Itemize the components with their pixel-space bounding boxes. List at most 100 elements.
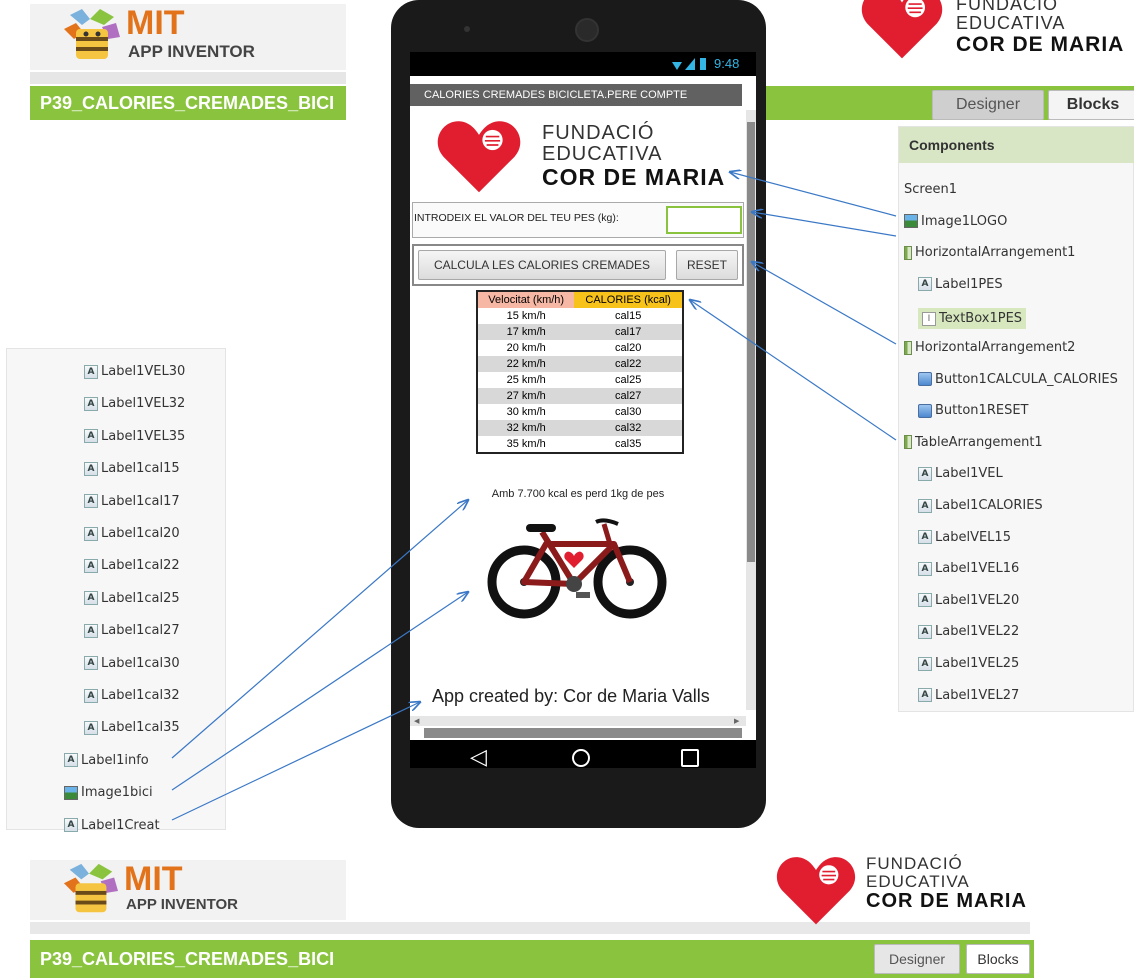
signal-icon (685, 58, 695, 70)
table-row: 27 km/h cal27 (478, 388, 682, 404)
component-textbox1pes[interactable]: I TextBox1PES (918, 308, 1027, 330)
component-screen1[interactable]: Screen1 (904, 182, 957, 197)
status-time: 9:48 (714, 56, 740, 71)
tab-designer[interactable]: Designer (932, 90, 1044, 120)
component-horizontalarrangement1[interactable]: HorizontalArrangement1 (904, 245, 1075, 260)
label-icon: A (918, 656, 932, 671)
nav-recents-button[interactable] (681, 749, 699, 767)
component-label: Label1cal35 (101, 720, 180, 736)
component-label1cal17[interactable]: A Label1cal17 (84, 494, 180, 509)
component-label: Image1LOGO (921, 213, 1008, 229)
component-label: Label1VEL (935, 466, 1003, 482)
image-icon (64, 785, 78, 800)
label-icon: A (84, 591, 98, 606)
phone-screen: 9:48 CALORIES CREMADES BICICLETA.PERE CO… (410, 52, 756, 768)
component-label1vel22[interactable]: A Label1VEL22 (918, 624, 1019, 639)
component-label1cal25[interactable]: A Label1cal25 (84, 591, 180, 606)
component-label: Label1cal30 (101, 655, 180, 671)
table-row: 35 km/h cal35 (478, 436, 682, 452)
reset-button[interactable]: RESET (676, 250, 738, 280)
nav-home-button[interactable] (572, 749, 590, 767)
app-logo-line3: COR DE MARIA (542, 164, 726, 190)
fundacio-line2: EDUCATIVA (866, 872, 970, 891)
fundacio-logo-bottom: FUNDACIÓ EDUCATIVA COR DE MARIA (776, 850, 1056, 930)
component-label1pes[interactable]: A Label1PES (918, 277, 1003, 292)
component-image1logo[interactable]: Image1LOGO (904, 214, 1007, 229)
component-label1vel20[interactable]: A Label1VEL20 (918, 593, 1019, 608)
tab-blocks[interactable]: Blocks (1048, 90, 1134, 120)
component-label1vel16[interactable]: A Label1VEL16 (918, 561, 1019, 576)
project-title-bar: P39_CALORIES_CREMADES_BICI (30, 86, 346, 120)
tab-blocks-bottom[interactable]: Blocks (966, 944, 1030, 974)
component-labelvel15[interactable]: A LabelVEL15 (918, 530, 1011, 545)
component-label1cal30[interactable]: A Label1cal30 (84, 656, 180, 671)
label-icon: A (84, 494, 98, 509)
component-button1reset[interactable]: Button1RESET (918, 403, 1028, 418)
label-icon: A (84, 429, 98, 444)
component-label1cal27[interactable]: A Label1cal27 (84, 623, 180, 638)
component-label1vel32[interactable]: A Label1VEL32 (84, 396, 185, 411)
calories-cell: cal15 (574, 308, 682, 324)
component-label: Label1cal17 (101, 493, 180, 509)
hscroll-right-arrow[interactable]: ▶ (734, 718, 739, 725)
label-icon: A (84, 526, 98, 541)
component-label: Label1VEL30 (101, 364, 186, 379)
label-icon: A (918, 277, 932, 292)
label-icon: A (84, 558, 98, 573)
label-icon: A (84, 720, 98, 735)
component-label: Label1cal27 (101, 623, 180, 639)
component-label: Label1cal15 (101, 461, 180, 477)
component-label1cal35[interactable]: A Label1cal35 (84, 720, 180, 735)
component-label: Screen1 (904, 182, 957, 197)
vertical-scrollbar[interactable] (746, 110, 756, 710)
component-label1vel30[interactable]: A Label1VEL30 (84, 364, 185, 379)
velocity-cell: 22 km/h (478, 356, 575, 372)
component-label1vel27[interactable]: A Label1VEL27 (918, 688, 1019, 703)
component-label1creat[interactable]: A Label1Creat (64, 818, 160, 833)
app-heart-logo-icon (437, 121, 521, 193)
component-button1calcula_calories[interactable]: Button1CALCULA_CALORIES (918, 372, 1118, 387)
label-icon: A (84, 461, 98, 476)
component-label1cal15[interactable]: A Label1cal15 (84, 461, 180, 476)
component-label: Button1RESET (935, 403, 1029, 419)
component-label1info[interactable]: A Label1info (64, 753, 149, 768)
button-icon (918, 372, 932, 387)
hscroll-left-arrow[interactable]: ◀ (414, 718, 419, 725)
calories-cell: cal30 (574, 404, 682, 420)
component-horizontalarrangement2[interactable]: HorizontalArrangement2 (904, 340, 1075, 355)
component-label1cal22[interactable]: A Label1cal22 (84, 558, 180, 573)
arrangement-icon (904, 340, 912, 355)
scrollbar-thumb[interactable] (747, 122, 755, 562)
component-label: Label1Creat (81, 817, 160, 833)
fundacio-line2: EDUCATIVA (956, 13, 1066, 33)
velocity-cell: 17 km/h (478, 324, 575, 340)
component-label: Label1VEL20 (935, 592, 1020, 608)
component-label1vel35[interactable]: A Label1VEL35 (84, 429, 185, 444)
component-label: LabelVEL15 (935, 529, 1011, 545)
velocity-cell: 15 km/h (478, 308, 575, 324)
component-label: Label1CALORIES (935, 498, 1043, 513)
hscroll-thumb[interactable] (424, 728, 742, 738)
arrangement-icon (904, 435, 912, 450)
component-label1calories[interactable]: A Label1CALORIES (918, 498, 1043, 513)
component-label1cal20[interactable]: A Label1cal20 (84, 526, 180, 541)
weight-input[interactable] (666, 206, 742, 234)
component-tablearrangement1[interactable]: TableArrangement1 (904, 435, 1043, 450)
phone-camera (575, 18, 599, 42)
mit-header-bottom: MIT APP INVENTOR (30, 860, 346, 920)
table-row: 30 km/h cal30 (478, 404, 682, 420)
tab-designer-bottom[interactable]: Designer (874, 944, 960, 974)
nav-back-button[interactable]: ◁ (470, 742, 487, 772)
component-label1vel[interactable]: A Label1VEL (918, 466, 1003, 481)
mit-logo-subtitle: APP INVENTOR (126, 896, 238, 913)
component-label: TextBox1PES (939, 311, 1023, 327)
horizontal-scrollbar[interactable]: ◀ ▶ (410, 716, 746, 726)
components-title: Components (909, 137, 995, 153)
calculate-calories-button[interactable]: CALCULA LES CALORIES CREMADES (418, 250, 666, 280)
label-icon: A (84, 623, 98, 638)
component-label: Button1CALCULA_CALORIES (935, 371, 1118, 387)
component-label1vel25[interactable]: A Label1VEL25 (918, 656, 1019, 671)
label-icon: A (64, 753, 78, 768)
component-image1bici[interactable]: Image1bici (64, 785, 153, 800)
component-label1cal32[interactable]: A Label1cal32 (84, 688, 180, 703)
